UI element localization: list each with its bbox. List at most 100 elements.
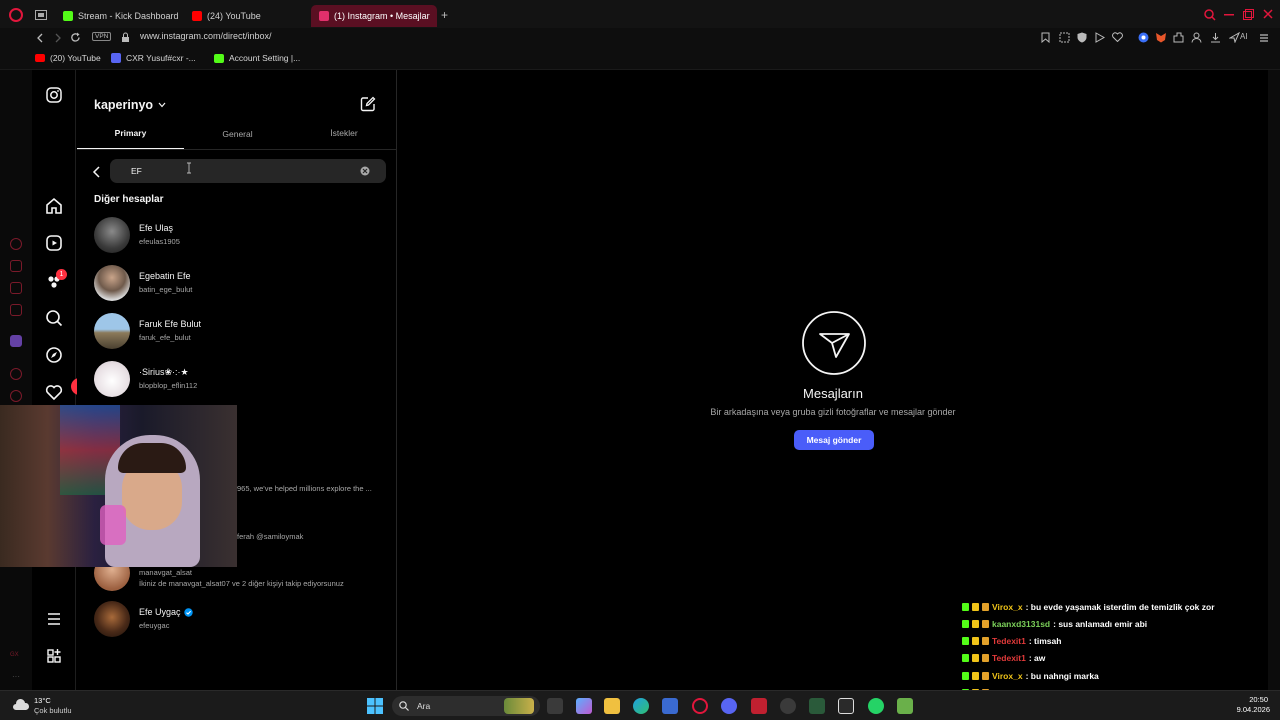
extension-blue-icon[interactable] (1138, 32, 1149, 43)
close-window-icon[interactable] (1263, 9, 1273, 19)
ai-button[interactable]: AI (1240, 32, 1248, 41)
bookmark-discord[interactable]: CXR Yusuf#cxr -... (111, 53, 196, 63)
app-green-icon[interactable] (809, 698, 825, 714)
twitch-sidebar-icon[interactable] (10, 335, 22, 347)
lock-icon[interactable] (121, 32, 130, 43)
chat-username[interactable]: Tedexit1 (992, 653, 1026, 663)
chat-username[interactable]: Tedexit1 (992, 636, 1026, 646)
opera-gx-taskbar-icon[interactable] (692, 698, 708, 714)
player-icon[interactable] (1095, 32, 1105, 43)
whatsapp-taskbar-icon[interactable] (868, 698, 884, 714)
history-sidebar-icon[interactable] (10, 390, 22, 402)
obs-icon[interactable] (780, 698, 796, 714)
copilot-icon[interactable] (576, 698, 592, 714)
chat-username[interactable]: kaanxd3131sd (992, 619, 1050, 629)
new-message-icon[interactable] (360, 96, 376, 112)
aria-sidebar-icon[interactable] (10, 238, 22, 250)
page-scrollbar[interactable] (1268, 70, 1280, 690)
url-field[interactable]: www.instagram.com/direct/inbox/ (140, 31, 272, 41)
bookmark-label: (20) YouTube (50, 53, 101, 63)
search-label: Ara (417, 701, 431, 711)
empty-state-subtitle: Bir arkadaşına veya gruba gizli fotoğraf… (710, 407, 956, 417)
notifications-heart-icon[interactable] (44, 382, 64, 402)
telegram-sidebar-icon[interactable] (10, 304, 22, 316)
instagram-logo-icon[interactable] (46, 87, 62, 103)
app-red-icon[interactable] (751, 698, 767, 714)
list-item[interactable]: Efe Ulaş efeulas1905 (94, 217, 394, 261)
heart-icon[interactable] (1112, 32, 1123, 42)
new-tab-button[interactable]: + (441, 8, 448, 22)
search-icon[interactable] (44, 308, 64, 328)
edge-icon[interactable] (633, 698, 649, 714)
account-display-name: ·Sirius❀·:·★ (139, 367, 189, 377)
weather-temp[interactable]: 13°C (34, 696, 51, 705)
app-terminal-icon[interactable] (838, 698, 854, 714)
task-view-icon[interactable] (547, 698, 563, 714)
back-arrow-icon[interactable] (92, 165, 102, 179)
bookmark-page-icon[interactable] (1041, 32, 1050, 43)
snapshot-icon[interactable] (1059, 32, 1070, 43)
easy-setup-icon[interactable] (1259, 33, 1269, 43)
explore-icon[interactable] (44, 345, 64, 365)
tab-primary[interactable]: Primary (77, 128, 184, 150)
reels-icon[interactable] (44, 233, 64, 253)
chat-message: Virox_x: bu nahngi marka (962, 667, 1099, 684)
reload-icon[interactable] (70, 32, 81, 43)
weather-cloud-icon[interactable] (12, 698, 30, 712)
bookmark-kick[interactable]: Account Setting |... (214, 53, 300, 63)
list-item[interactable]: Faruk Efe Bulut faruk_efe_bulut (94, 313, 394, 357)
discord-taskbar-icon[interactable] (721, 698, 737, 714)
search-tabs-icon[interactable] (1204, 9, 1216, 21)
chat-username[interactable]: Virox_x (992, 671, 1023, 681)
tab-kick[interactable]: Stream - Kick Dashboard (55, 5, 185, 27)
list-item[interactable]: ·Sirius❀·:·★ blopblop_eflin112 (94, 361, 394, 405)
tab-youtube[interactable]: (24) YouTube (184, 5, 309, 27)
kick-icon (63, 11, 73, 21)
bookmark-youtube[interactable]: (20) YouTube (35, 53, 101, 63)
aria-icon[interactable] (1229, 32, 1240, 43)
tab-requests[interactable]: İstekler (291, 128, 397, 138)
shield-icon[interactable] (1077, 32, 1087, 43)
back-icon[interactable] (35, 33, 45, 43)
file-explorer-icon[interactable] (604, 698, 620, 714)
profile-icon[interactable] (1191, 32, 1202, 43)
workspaces-icon[interactable] (35, 10, 47, 20)
account-switcher[interactable]: kaperinyo (94, 98, 166, 112)
clock-date[interactable]: 9.04.2026 (1222, 705, 1270, 714)
list-item[interactable]: Efe Uygaç efeuygac (94, 601, 394, 645)
clock-time[interactable]: 20:50 (1222, 695, 1268, 704)
tab-instagram[interactable]: (1) Instagram • Mesajlar (311, 5, 437, 27)
taskbar-search[interactable]: Ara (392, 696, 540, 716)
whatsapp-sidebar-icon[interactable] (10, 282, 22, 294)
opera-logo-icon[interactable] (9, 8, 23, 22)
downloads-icon[interactable] (1210, 32, 1221, 43)
chat-message: Virox_x: bu evde yaşamak isterdim de tem… (962, 598, 1215, 615)
menu-icon[interactable] (44, 609, 64, 629)
list-item[interactable]: Egebatin Efe batin_ege_bulut (94, 265, 394, 309)
weather-desc[interactable]: Çok bulutlu (34, 706, 72, 715)
forward-icon[interactable] (53, 33, 63, 43)
chat-badge-icon (972, 671, 979, 680)
minimize-icon[interactable] (1224, 14, 1234, 16)
threads-apps-icon[interactable] (44, 646, 64, 666)
home-icon[interactable] (44, 196, 64, 216)
chat-badge-icon (962, 637, 969, 646)
send-message-button[interactable]: Mesaj gönder (794, 430, 874, 450)
minecraft-icon[interactable] (897, 698, 913, 714)
gx-sidebar-icon[interactable]: GX (10, 652, 19, 658)
extensions-icon[interactable] (1173, 32, 1184, 43)
more-sidebar-icon[interactable]: ··· (12, 672, 20, 681)
vpn-badge[interactable]: VPN (92, 32, 112, 41)
store-icon[interactable] (662, 698, 678, 714)
messenger-sidebar-icon[interactable] (10, 260, 22, 272)
maximize-icon[interactable] (1243, 9, 1254, 20)
music-sidebar-icon[interactable] (10, 368, 22, 380)
chat-badge-icon (972, 654, 979, 663)
search-input[interactable]: EF (110, 159, 386, 183)
extension-fox-icon[interactable] (1155, 32, 1167, 43)
clear-search-icon[interactable] (360, 166, 370, 176)
instagram-nav: 1 3 (32, 70, 105, 690)
tab-general[interactable]: General (184, 129, 291, 139)
windows-start-icon[interactable] (367, 698, 383, 714)
chat-username[interactable]: Virox_x (992, 602, 1023, 612)
